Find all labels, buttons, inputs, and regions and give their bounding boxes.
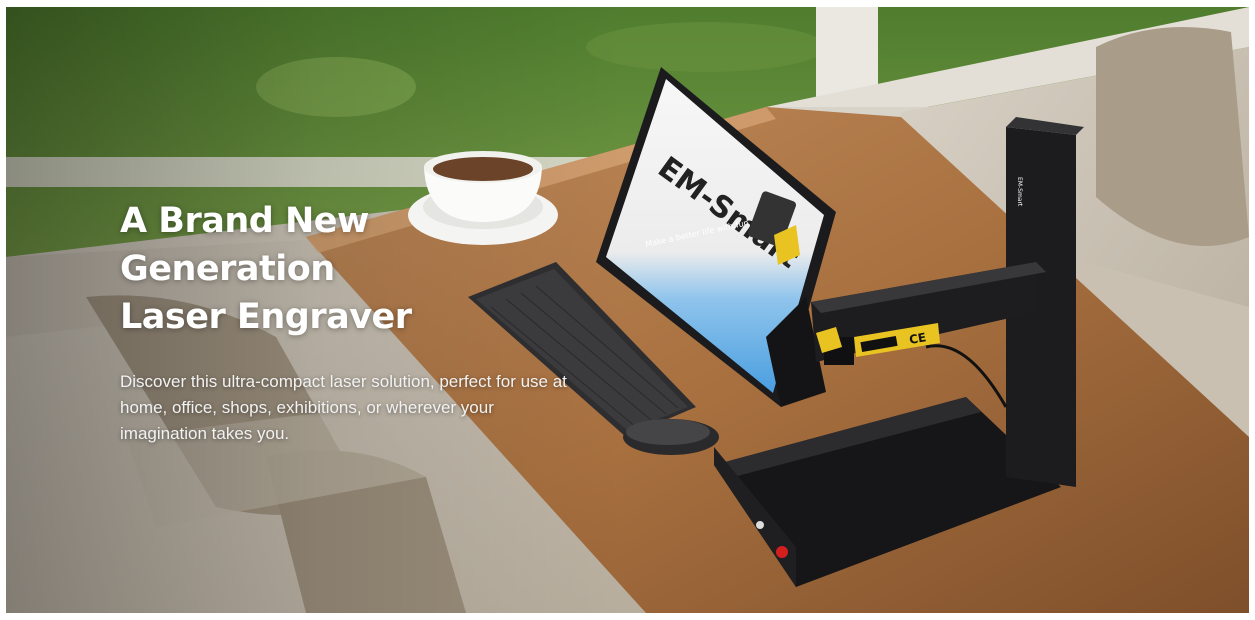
ce-badge: CE — [908, 330, 927, 347]
column-brand-text: EM-Smart — [1016, 177, 1023, 207]
hero-headline-line-2: Laser Engraver — [120, 297, 412, 337]
hero-headline: A Brand New Generation Laser Engraver — [120, 197, 590, 341]
hero-banner: EM-Smart Make a better life with fun EM-… — [6, 7, 1249, 613]
hero-description: Discover this ultra-compact laser soluti… — [120, 372, 567, 443]
hero-headline-line-1: A Brand New Generation — [120, 201, 369, 289]
hero-copy: A Brand New Generation Laser Engraver Di… — [120, 197, 590, 447]
